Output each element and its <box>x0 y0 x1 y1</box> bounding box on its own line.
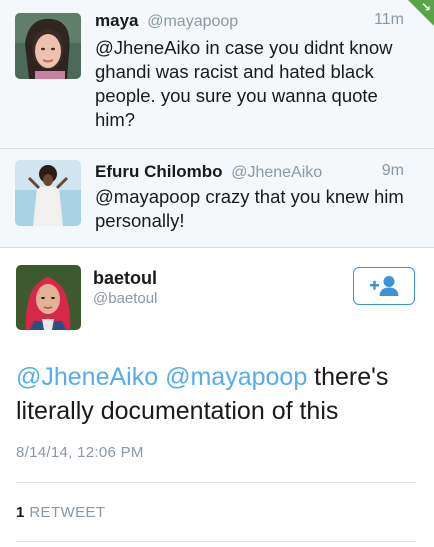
tweet-header: Efuru Chilombo @JheneAiko 9m <box>95 162 422 186</box>
author-name[interactable]: baetoul <box>93 268 157 289</box>
divider <box>16 541 416 542</box>
divider <box>16 482 416 483</box>
retweet-label: RETWEET <box>29 504 106 521</box>
timestamp: 9m <box>381 162 404 179</box>
author-name[interactable]: Efuru Chilombo <box>95 162 222 181</box>
reply-tweet[interactable]: Efuru Chilombo @JheneAiko 9m @mayapoop c… <box>0 149 434 248</box>
add-user-icon <box>370 276 399 296</box>
tweet-text-line: people. you sure you wanna quote <box>95 85 378 106</box>
author-handle[interactable]: @baetoul <box>93 290 157 307</box>
tweet-text: @JheneAiko in case you didnt know ghandi… <box>95 36 420 132</box>
tweet-text-line: him? <box>95 109 136 130</box>
tweet-text-fragment: there's <box>307 363 389 391</box>
tweet-text-line: ghandi was racist and hated black <box>95 61 374 82</box>
follow-button[interactable] <box>353 267 415 305</box>
tweet-text-line: personally! <box>95 210 185 231</box>
author-name[interactable]: maya <box>95 11 138 30</box>
corner-arrow-icon: ↘ <box>420 0 431 14</box>
retweet-count[interactable]: 1 RETWEET <box>16 504 105 521</box>
mention-link[interactable]: @mayapoop <box>165 363 307 391</box>
avatar[interactable] <box>16 265 81 330</box>
retweet-number: 1 <box>16 504 25 521</box>
tweet-text-line: @JheneAiko @mayapoop there's <box>16 360 416 394</box>
reply-tweet[interactable]: maya @mayapoop 11m @JheneAiko in case yo… <box>0 0 434 149</box>
author-handle[interactable]: @JheneAiko <box>231 164 322 181</box>
tweet-header: maya @mayapoop 11m <box>95 11 422 35</box>
mention-link[interactable]: @JheneAiko <box>16 363 158 391</box>
author-handle[interactable]: @mayapoop <box>147 13 238 30</box>
tweet-text-line: literally documentation of this <box>16 397 339 425</box>
tweet-text-line: @JheneAiko in case you didnt know <box>95 37 393 58</box>
tweet-date: 8/14/14, 12:06 PM <box>16 444 144 461</box>
tweet-text-line: @mayapoop crazy that you knew him <box>95 186 404 207</box>
timestamp: 11m <box>374 11 404 28</box>
main-tweet: baetoul @baetoul @JheneAiko @mayapoop th… <box>0 248 434 547</box>
avatar[interactable] <box>15 160 81 226</box>
tweet-text: @mayapoop crazy that you knew him person… <box>95 185 420 233</box>
avatar[interactable] <box>15 13 81 79</box>
tweet-text: @JheneAiko @mayapoop there's literally d… <box>16 360 416 428</box>
